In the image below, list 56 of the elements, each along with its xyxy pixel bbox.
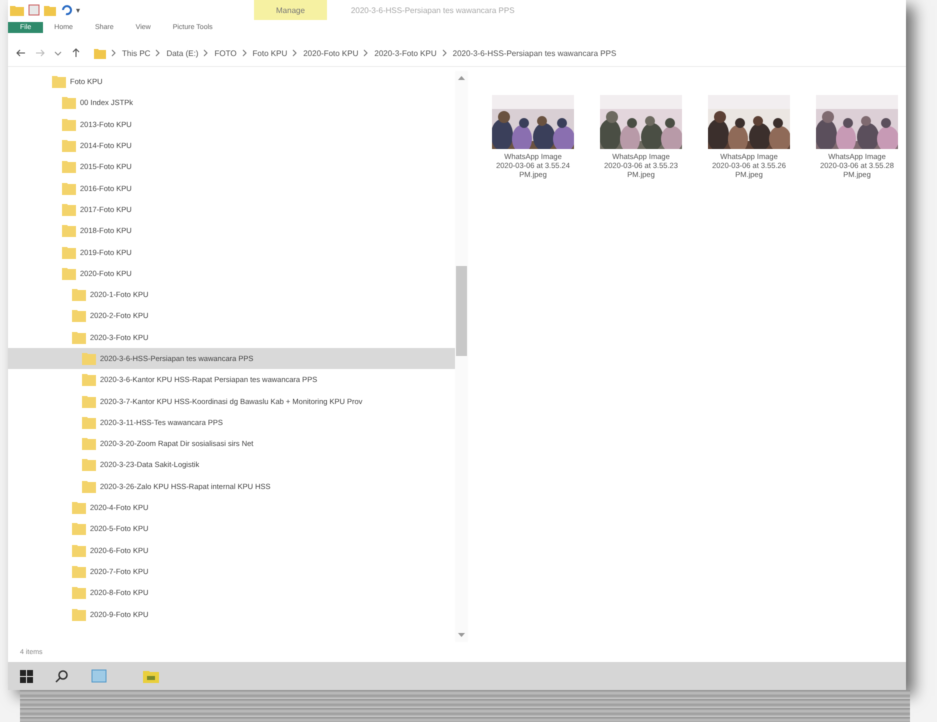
file-explorer-icon[interactable] bbox=[143, 669, 159, 683]
search-icon[interactable] bbox=[55, 669, 69, 683]
folder-icon bbox=[82, 458, 96, 472]
folder-icon bbox=[82, 480, 96, 493]
windows-icon[interactable] bbox=[20, 670, 33, 682]
scroll-down-icon[interactable] bbox=[458, 633, 465, 638]
folder-icon bbox=[82, 352, 96, 365]
breadcrumb[interactable]: This PC bbox=[122, 48, 150, 58]
folder-icon bbox=[72, 288, 86, 302]
folder-icon bbox=[72, 608, 86, 621]
breadcrumb[interactable]: FOTO bbox=[214, 48, 237, 58]
folder-icon bbox=[72, 544, 86, 557]
address-bar[interactable]: This PC Data (E:) FOTO Foto KPU 2020-Foto KPU 2020-3-Foto KPU 2020-3-6-HSS-Persiapan tes wawancara PPS bbox=[90, 46, 906, 60]
breadcrumb[interactable]: 2020-Foto KPU bbox=[303, 48, 358, 58]
folder-icon bbox=[72, 501, 86, 514]
folder-icon bbox=[62, 246, 76, 259]
folder-icon bbox=[82, 373, 96, 386]
window-title: 2020-3-6-HSS-Persiapan tes wawancara PPS bbox=[350, 6, 515, 14]
folder-icon bbox=[72, 330, 86, 344]
breadcrumb[interactable]: Data (E:) bbox=[166, 48, 198, 58]
folder-icon bbox=[62, 139, 76, 152]
breadcrumb[interactable]: 2020-3-6-HSS-Persiapan tes wawancara PPS bbox=[452, 48, 616, 58]
folder-icon bbox=[62, 96, 76, 110]
folder-icon bbox=[82, 416, 96, 429]
folder-icon bbox=[62, 202, 76, 216]
folder-icon bbox=[72, 309, 86, 322]
folder-icon bbox=[62, 118, 76, 131]
chevron-icon[interactable] bbox=[242, 49, 248, 57]
folder-icon bbox=[72, 586, 86, 600]
chevron-icon[interactable] bbox=[442, 49, 448, 57]
chevron-icon[interactable] bbox=[111, 49, 117, 57]
folder-icon bbox=[62, 182, 76, 195]
folder-icon bbox=[62, 266, 76, 280]
scrollbar[interactable] bbox=[455, 71, 468, 642]
folder-icon bbox=[62, 160, 76, 174]
folder-icon bbox=[72, 564, 86, 578]
folder-icon bbox=[94, 48, 106, 58]
folder-icon bbox=[72, 522, 86, 536]
folder-icon bbox=[52, 75, 66, 88]
folder-icon bbox=[82, 394, 96, 408]
chevron-icon[interactable] bbox=[155, 49, 162, 57]
breadcrumb[interactable]: Foto KPU bbox=[252, 48, 288, 58]
scroll-up-icon[interactable] bbox=[458, 75, 465, 80]
scrollbar-thumb[interactable] bbox=[456, 266, 467, 356]
properties-icon[interactable] bbox=[28, 4, 40, 16]
folder-icon bbox=[82, 437, 96, 450]
back-icon[interactable] bbox=[16, 48, 26, 58]
manage-tab[interactable]: Manage bbox=[254, 0, 327, 20]
breadcrumb[interactable]: 2020-3-Foto KPU bbox=[374, 48, 437, 58]
up-icon[interactable] bbox=[71, 48, 81, 58]
customize-dropdown[interactable]: ▾ bbox=[76, 6, 80, 14]
chevron-icon[interactable] bbox=[203, 49, 210, 57]
chevron-icon[interactable] bbox=[292, 49, 298, 57]
folder-icon bbox=[62, 224, 76, 238]
undo-icon[interactable] bbox=[60, 4, 72, 16]
chevron-icon[interactable] bbox=[363, 49, 370, 57]
